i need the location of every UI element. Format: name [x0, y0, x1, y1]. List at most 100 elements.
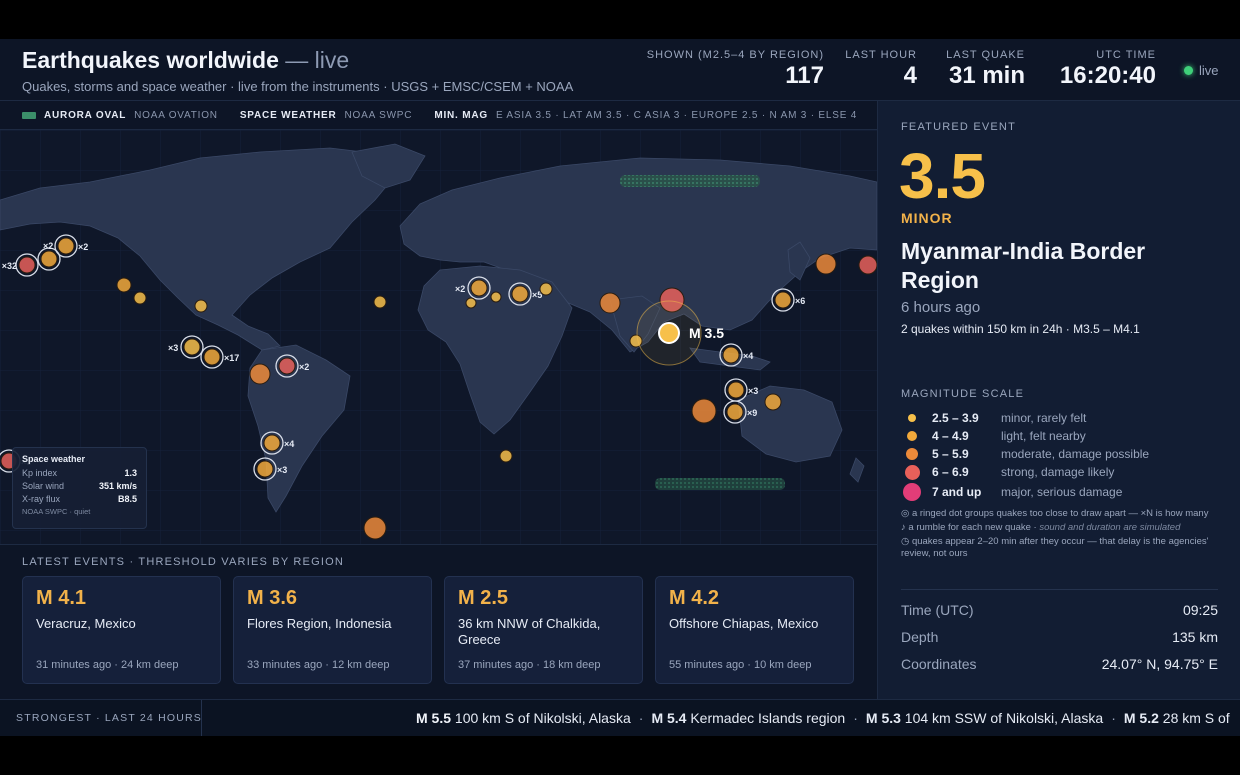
quake-marker[interactable]: [539, 282, 553, 296]
world-map[interactable]: ×32×2×2×3×17×2×4×3×3×2×5×4×3×9×6M 3.5 Sp…: [0, 130, 877, 544]
ticker-label: STRONGEST · LAST 24 HOURS: [0, 700, 202, 736]
detail-value: 09:25: [1182, 602, 1218, 618]
app-window: Earthquakes worldwide — live Quakes, sto…: [0, 39, 1240, 736]
quake-dot: [133, 291, 147, 305]
legend-minmag-value: E ASIA 3.5 · LAT AM 3.5 · C ASIA 3 · EUR…: [495, 109, 858, 121]
detail-row: Coordinates 24.07° N, 94.75° E: [901, 656, 1218, 683]
event-meta: 37 minutes ago · 18 km deep: [458, 659, 601, 671]
scale-desc: light, felt nearby: [1001, 429, 1086, 443]
detail-value: 135 km: [1172, 629, 1218, 645]
quake-marker[interactable]: [691, 398, 717, 424]
ticker-place: 28 km S of: [1162, 710, 1230, 726]
legend-minmag-key: MIN. MAG: [434, 109, 488, 121]
latest-events-list: M 4.1 Veracruz, Mexico 31 minutes ago · …: [22, 576, 854, 684]
event-meta: 55 minutes ago · 10 km deep: [669, 659, 812, 671]
ticker-item[interactable]: M 5.4 Kermadec Islands region: [651, 710, 845, 726]
quake-dot: [203, 348, 221, 366]
ticker-item[interactable]: M 5.3 104 km SSW of Nikolski, Alaska: [866, 710, 1103, 726]
featured-class: MINOR: [901, 210, 953, 226]
quake-dot: [40, 250, 58, 268]
live-dot-icon: [1184, 66, 1193, 75]
quake-marker[interactable]: [116, 277, 132, 293]
event-card[interactable]: M 4.1 Veracruz, Mexico 31 minutes ago · …: [22, 576, 221, 684]
divider: [901, 589, 1218, 590]
event-card[interactable]: M 2.5 36 km NNW of Chalkida, Greece 37 m…: [444, 576, 643, 684]
ticker-mag: M 5.5: [416, 710, 452, 726]
xray-value: B8.5: [117, 494, 137, 504]
solar-wind-value: 351 km/s: [98, 481, 137, 491]
quake-marker[interactable]: [499, 449, 513, 463]
ticker-track[interactable]: M 5.5 100 km S of Nikolski, Alaska · M 5…: [218, 700, 1240, 736]
stat-shown-value: 117: [785, 62, 824, 89]
quake-marker[interactable]: [249, 363, 271, 385]
stat-last-quake: LAST QUAKE 31 min: [946, 49, 1025, 90]
kp-value: 1.3: [124, 468, 137, 478]
legend-aurora-source: NOAA OVATION: [134, 109, 218, 121]
quake-dot: [727, 381, 745, 399]
stat-utc-time-label: UTC TIME: [1096, 49, 1156, 61]
scale-desc: moderate, damage possible: [1001, 447, 1150, 461]
cluster-count-label: ×32: [2, 261, 17, 271]
scale-row: 6 – 6.9 strong, damage likely: [901, 463, 1221, 481]
note-delay-text: quakes appear 2–20 min after they occur …: [901, 536, 1209, 559]
note-rumble-text: a rumble for each new quake ·: [908, 522, 1037, 533]
live-indicator: live: [1184, 63, 1219, 78]
stat-shown: SHOWN (M2.5–4 BY REGION) 117: [647, 49, 824, 90]
quake-marker[interactable]: [133, 291, 147, 305]
detail-key: Time (UTC): [901, 602, 974, 618]
scale-row: 7 and up major, serious damage: [901, 481, 1221, 503]
cluster-count-label: ×2: [455, 284, 465, 294]
featured-ago: 6 hours ago: [901, 299, 981, 316]
legend-space-key: SPACE WEATHER: [239, 109, 337, 121]
event-place: Veracruz, Mexico: [36, 616, 136, 631]
quake-marker[interactable]: [465, 297, 477, 309]
strong-dot-icon: [904, 464, 920, 480]
ticker-item[interactable]: M 5.2 28 km S of: [1124, 710, 1230, 726]
space-weather-footer: NOAA SWPC · quiet: [22, 507, 91, 516]
event-magnitude: M 2.5: [458, 587, 509, 609]
clock-icon: ◷: [901, 536, 912, 547]
quake-marker[interactable]: [858, 255, 877, 275]
stat-utc-time: UTC TIME 16:20:40: [1060, 49, 1156, 90]
note-ring: ◎ a ringed dot groups quakes too close t…: [901, 508, 1221, 520]
ticker-place: 104 km SSW of Nikolski, Alaska: [904, 710, 1104, 726]
quake-marker[interactable]: [490, 291, 502, 303]
detail-key: Depth: [901, 629, 939, 645]
strongest-ticker: STRONGEST · LAST 24 HOURS M 5.5 100 km S…: [0, 699, 1240, 736]
stat-shown-label: SHOWN (M2.5–4 BY REGION): [646, 49, 824, 61]
note-delay: ◷ quakes appear 2–20 min after they occu…: [901, 536, 1221, 560]
quake-marker[interactable]: [599, 292, 621, 314]
ticker-mag: M 5.3: [865, 710, 901, 726]
quake-dot: [539, 282, 553, 296]
quake-dot: [116, 277, 132, 293]
legend-space-source: NOAA SWPC: [344, 109, 413, 121]
stat-last-quake-label: LAST QUAKE: [946, 49, 1025, 61]
quake-dot: [373, 295, 387, 309]
quake-marker[interactable]: [373, 295, 387, 309]
cluster-count-label: ×4: [743, 351, 753, 361]
stat-utc-time-value: 16:20:40: [1059, 62, 1156, 89]
quake-marker[interactable]: [815, 253, 837, 275]
event-card[interactable]: M 3.6 Flores Region, Indonesia 33 minute…: [233, 576, 432, 684]
event-card[interactable]: M 4.2 Offshore Chiapas, Mexico 55 minute…: [655, 576, 854, 684]
quake-marker[interactable]: [194, 299, 208, 313]
latest-events-heading: LATEST EVENTS · THRESHOLD VARIES BY REGI…: [22, 556, 345, 568]
space-weather-row: X-ray flux B8.5: [22, 494, 137, 504]
cluster-count-label: ×3: [277, 465, 287, 475]
ticker-separator: ·: [638, 710, 644, 726]
quake-marker[interactable]: [363, 516, 387, 540]
detail-row: Time (UTC) 09:25: [901, 602, 1218, 629]
live-label: live: [1199, 63, 1219, 78]
ticker-separator: ·: [1111, 710, 1116, 726]
stat-last-quake-value: 31 min: [948, 62, 1025, 89]
ticker-item[interactable]: M 5.5 100 km S of Nikolski, Alaska: [416, 710, 631, 726]
space-weather-row: Kp index 1.3: [22, 468, 137, 478]
quake-marker[interactable]: [764, 393, 782, 411]
event-meta: 33 minutes ago · 12 km deep: [247, 659, 390, 671]
stat-last-hour: LAST HOUR 4: [845, 49, 917, 90]
aurora-oval-south: [655, 478, 785, 490]
quake-dot: [249, 363, 271, 385]
quake-dot: [470, 279, 488, 297]
ticker-mag: M 5.4: [651, 710, 687, 726]
cluster-count-label: ×3: [168, 343, 178, 353]
